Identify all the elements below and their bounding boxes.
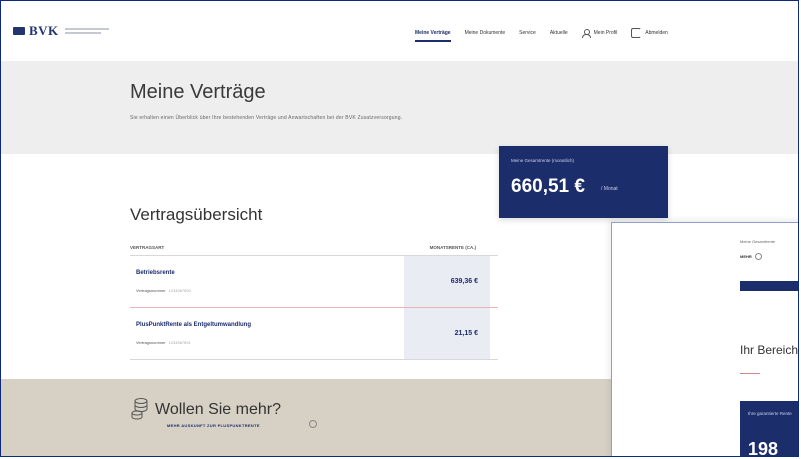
contract-name[interactable]: Betriebsrente [136,270,175,276]
info-icon[interactable] [754,253,762,260]
page-banner: Meine Verträge Sie erhalten einen Überbl… [1,61,798,154]
contract-overview-title: Vertragsübersicht [130,205,263,224]
main-nav: Meine Verträge Meine Dokumente Service A… [415,28,668,42]
logout-label: Abmelden [645,30,668,36]
table-header: VERTRAGSART MONATSRENTE (CA.) [130,242,498,256]
panel-more-link[interactable]: MEHR [740,254,752,259]
page-subtitle: Sie erhalten einen Überblick über Ihre b… [130,115,403,121]
contract-amount: 639,36 € [450,278,478,285]
promo-link[interactable]: MEHR AUSKUNFT ZUR PLUSPUNKTRENTE [167,423,260,428]
total-pension-card: Meine Gesamtrente (monatlich) 660,51 € /… [499,146,668,218]
promo-title: Wollen Sie mehr? [155,401,281,418]
contract-meta: Vertragsnummer 1234567891 [136,340,191,345]
panel-top-label: Meine Gesamtrente [740,239,776,244]
table-row[interactable]: Betriebsrente Vertragsnummer 1234567890 … [130,256,498,308]
coins-icon [131,398,148,420]
logo-subline [64,28,109,34]
arrow-circle-icon[interactable] [309,420,317,428]
page-title: Meine Verträge [130,81,266,103]
panel-divider [740,373,760,374]
logo-mark-icon [13,27,25,35]
nav-service[interactable]: Service [519,30,536,36]
nav-aktuelles[interactable]: Aktuelle [550,30,568,36]
panel-heading: Ihr Bereich [740,343,799,357]
panel-top-value: MEHR [740,253,762,260]
column-header-type: VERTRAGSART [130,245,165,250]
promo-section: Wollen Sie mehr? MEHR AUSKUNFT ZUR PLUSP… [1,379,611,456]
contract-table: VERTRAGSART MONATSRENTE (CA.) Betriebsre… [130,242,498,360]
profile-label: Mein Profil [593,30,618,36]
contract-number: 1234567890 [168,288,191,293]
bvk-logo[interactable]: BVK [13,23,109,39]
user-icon [581,28,591,38]
app-frame: BVK Meine Verträge Meine Dokumente Servi… [0,0,799,457]
table-row[interactable]: PlusPunktRente als Entgeltumwandlung Ver… [130,308,498,360]
profile-link[interactable]: Mein Profil [581,28,618,38]
panel-pension-box: Ihre garantierte Rente 198 [740,401,798,457]
logout-link[interactable]: Abmelden [631,28,668,38]
contract-number-label: Vertragsnummer [136,340,166,345]
amount-cell: 639,36 € [404,256,490,307]
panel-box-number: 198 [748,439,779,457]
total-period: / Monat [601,186,618,192]
contract-number-label: Vertragsnummer [136,288,166,293]
panel-button[interactable] [740,281,798,291]
contract-meta: Vertragsnummer 1234567890 [136,288,191,293]
contract-number: 1234567891 [168,340,191,345]
total-amount: 660,51 € [511,176,585,197]
panel-box-label: Ihre garantierte Rente [748,411,792,416]
top-header: BVK Meine Verträge Meine Dokumente Servi… [1,1,798,62]
nav-meine-dokumente[interactable]: Meine Dokumente [465,30,506,36]
logo-text: BVK [29,23,59,38]
logout-icon [631,28,642,38]
nav-meine-vertraege[interactable]: Meine Verträge [415,30,451,42]
total-label: Meine Gesamtrente (monatlich) [511,158,575,163]
overlay-panel: Meine Gesamtrente MEHR Ihr Bereich Ihre … [611,222,799,457]
contract-name[interactable]: PlusPunktRente als Entgeltumwandlung [136,322,251,328]
amount-cell: 21,15 € [404,308,490,359]
column-header-amount: MONATSRENTE (CA.) [429,245,476,250]
contract-amount: 21,15 € [454,330,478,337]
